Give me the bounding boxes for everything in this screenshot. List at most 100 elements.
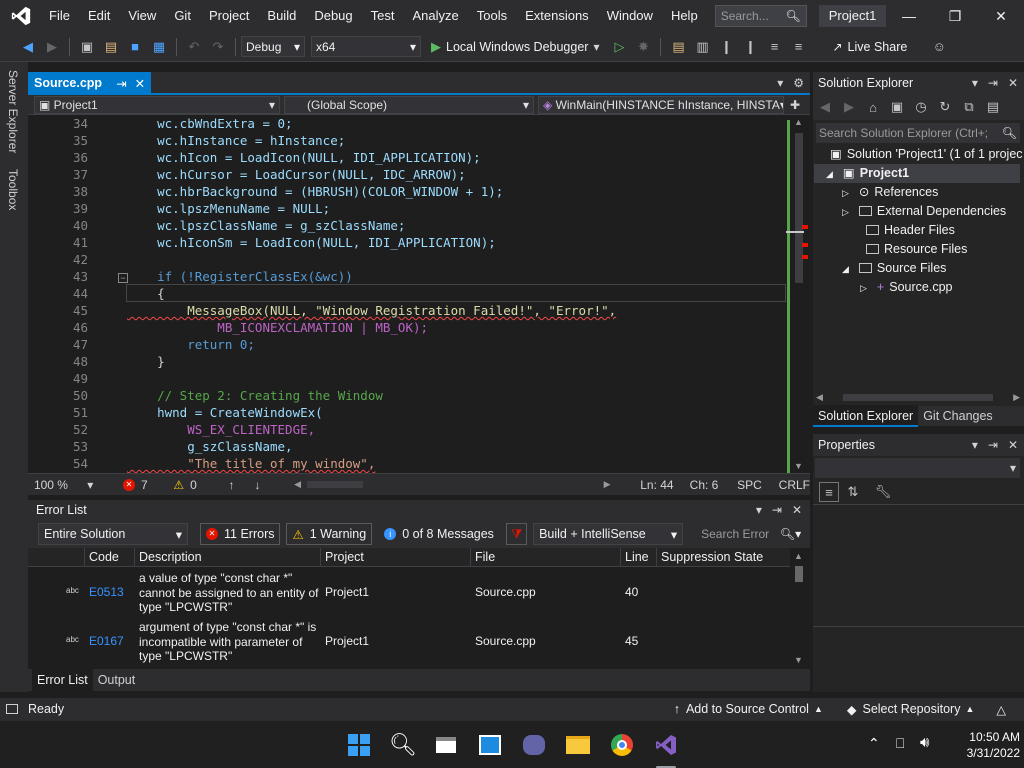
scroll-up-icon[interactable]: ▲ <box>794 551 803 561</box>
live-share-button[interactable]: ↗ Live Share <box>832 40 907 54</box>
menu-git[interactable]: Git <box>165 0 200 32</box>
uncomment-icon[interactable]: ≡ <box>788 37 808 57</box>
configuration-select[interactable]: Debug ▾ <box>241 36 305 57</box>
menu-edit[interactable]: Edit <box>79 0 119 32</box>
tree-item-resource-files[interactable]: Resource Files <box>866 240 967 259</box>
panel-options-icon[interactable]: ▾ <box>972 438 978 452</box>
warnings-filter-button[interactable]: ⚠ 1 Warning <box>286 523 373 545</box>
back-icon[interactable]: ◀︎ <box>815 97 835 117</box>
file-explorer-icon[interactable] <box>564 731 592 759</box>
home-icon[interactable]: ⌂ <box>863 97 883 117</box>
browse-folder-icon[interactable]: ▤ <box>668 37 688 57</box>
column-suppression-state[interactable]: Suppression State <box>656 548 784 567</box>
comment-icon[interactable]: ≡ <box>764 37 784 57</box>
column-code[interactable]: Code <box>84 548 134 567</box>
server-explorer-tab[interactable]: Server Explorer <box>6 62 20 161</box>
tree-item-project[interactable]: ◢ ▣ Project1 <box>814 164 1020 183</box>
whitespace-indicator[interactable]: SPC <box>737 478 779 492</box>
tab-git-changes[interactable]: Git Changes <box>918 405 997 427</box>
tree-item-solution[interactable]: ▣ Solution 'Project1' (1 of 1 projec <box>830 145 1023 164</box>
panel-options-icon[interactable]: ▾ <box>756 503 762 517</box>
restore-button[interactable]: ❐ <box>932 0 978 32</box>
split-editor-icon[interactable]: ✚ <box>790 98 800 112</box>
forward-icon[interactable]: ▶︎ <box>839 97 859 117</box>
scope-select[interactable]: (Global Scope) ▾ <box>284 95 534 114</box>
error-code-link[interactable]: E0167 <box>89 634 124 648</box>
tree-item-source-cpp[interactable]: ▷ + Source.cpp <box>860 278 952 297</box>
menu-test[interactable]: Test <box>362 0 404 32</box>
platform-select[interactable]: x64 ▾ <box>311 36 421 57</box>
build-source-select[interactable]: Build + IntelliSense ▾ <box>533 523 684 545</box>
tab-output[interactable]: Output <box>93 669 141 691</box>
filter-button[interactable]: ⧩ <box>505 523 528 545</box>
show-all-files-icon[interactable]: ▤ <box>983 97 1003 117</box>
close-icon[interactable]: ✕ <box>135 76 145 91</box>
forward-icon[interactable]: ▶︎ <box>42 37 62 57</box>
layout-icon[interactable]: ▥ <box>692 37 712 57</box>
h-scroll-thumb[interactable] <box>307 481 363 488</box>
menu-debug[interactable]: Debug <box>305 0 361 32</box>
column-indicator[interactable]: Ch: 6 <box>690 478 737 492</box>
show-hidden-icons-icon[interactable]: ⌃ <box>868 735 880 752</box>
errors-filter-button[interactable]: ✕ 11 Errors <box>200 523 281 545</box>
horizontal-scrollbar[interactable]: ◀ ▶ <box>294 479 610 490</box>
breakpoint-icon[interactable]: ❙ <box>716 37 736 57</box>
tab-error-list[interactable]: Error List <box>32 669 93 691</box>
volume-icon[interactable]: 🔊︎ <box>920 734 929 751</box>
menu-view[interactable]: View <box>119 0 165 32</box>
widgets-icon[interactable] <box>476 731 504 759</box>
previous-issue-icon[interactable]: ↑ <box>228 478 234 492</box>
scroll-right-icon[interactable]: ▶ <box>604 479 611 490</box>
tree-item-external-dependencies[interactable]: ▷ External Dependencies <box>842 202 1006 221</box>
minimize-button[interactable]: — <box>886 0 932 32</box>
bookmark-icon[interactable]: ❙ <box>740 37 760 57</box>
save-icon[interactable]: ■ <box>125 37 145 57</box>
warning-count-indicator[interactable]: ⚠ 0 <box>173 478 196 492</box>
tree-item-header-files[interactable]: Header Files <box>866 221 955 240</box>
property-pages-icon[interactable]: 🔧︎ <box>873 482 893 502</box>
scroll-up-icon[interactable]: ▲ <box>794 117 803 127</box>
save-all-icon[interactable]: ▦ <box>149 37 169 57</box>
column-description[interactable]: Description <box>134 548 320 567</box>
column-line[interactable]: Line <box>620 548 656 567</box>
gear-icon[interactable]: ⚙ <box>793 76 804 90</box>
menu-file[interactable]: File <box>40 0 79 32</box>
switch-views-icon[interactable]: ▣ <box>887 97 907 117</box>
tab-dropdown-icon[interactable]: ▾ <box>777 76 783 90</box>
solution-explorer-hscroll[interactable]: ◀ ▶ <box>816 390 1020 404</box>
project-select[interactable]: ▣ Project1 ▾ <box>34 95 280 114</box>
menu-analyze[interactable]: Analyze <box>403 0 467 32</box>
tree-item-references[interactable]: ▷ ⊙ References <box>842 183 938 202</box>
line-indicator[interactable]: Ln: 44 <box>640 478 689 492</box>
feedback-icon[interactable]: ☺ <box>929 37 949 57</box>
back-icon[interactable]: ◀︎ <box>18 37 38 57</box>
pin-icon[interactable]: ⇥ <box>988 438 998 452</box>
editor-scrollbar[interactable]: ▲ ▼ <box>786 115 808 473</box>
undo-icon[interactable]: ↶ <box>184 37 204 57</box>
search-input[interactable]: Search... 🔍︎ <box>714 5 807 27</box>
column-file[interactable]: File <box>470 548 620 567</box>
panel-options-icon[interactable]: ▾ <box>972 76 978 90</box>
menu-window[interactable]: Window <box>598 0 662 32</box>
alphabetical-icon[interactable]: ⇅ <box>843 482 863 502</box>
scroll-right-icon[interactable]: ▶ <box>1013 392 1020 403</box>
error-row[interactable]: abc E0167 argument of type "const char *… <box>28 617 798 666</box>
close-icon[interactable]: ✕ <box>1008 438 1018 452</box>
pin-icon[interactable]: ⇥ <box>116 76 126 91</box>
function-select[interactable]: ◈ WinMain(HINSTANCE hInstance, HINSTA ▾ <box>538 95 784 114</box>
select-repository-button[interactable]: ◆ Select Repository ▲ <box>847 702 975 717</box>
close-button[interactable]: ✕ <box>978 0 1024 32</box>
tab-solution-explorer[interactable]: Solution Explorer <box>813 405 919 427</box>
new-project-icon[interactable]: ▣ <box>77 37 97 57</box>
scroll-left-icon[interactable]: ◀ <box>816 392 823 403</box>
scroll-thumb[interactable] <box>795 133 803 283</box>
open-folder-icon[interactable]: ▤ <box>101 37 121 57</box>
pin-icon[interactable]: ⇥ <box>988 76 998 90</box>
scroll-down-icon[interactable]: ▼ <box>794 461 803 471</box>
clock[interactable]: 10:50 AM 3/31/2022 <box>950 729 1020 761</box>
scroll-left-icon[interactable]: ◀ <box>294 479 301 490</box>
error-list-scrollbar[interactable]: ▲ ▼ <box>790 548 808 668</box>
error-code-link[interactable]: E0513 <box>89 585 124 599</box>
messages-filter-button[interactable]: i 0 of 8 Messages <box>378 523 500 545</box>
h-scroll-thumb[interactable] <box>843 393 993 401</box>
